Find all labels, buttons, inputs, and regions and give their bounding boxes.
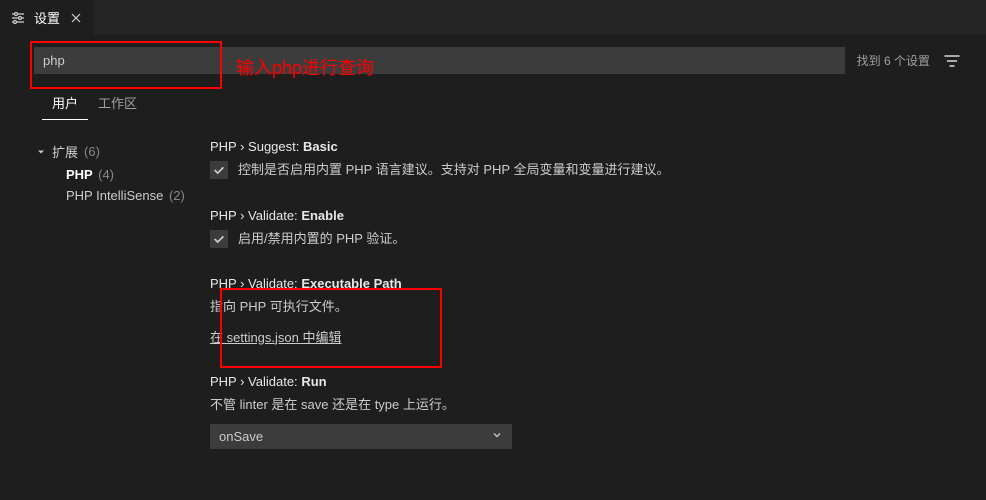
setting-title: PHP › Suggest: Basic (210, 139, 962, 154)
close-icon[interactable] (68, 10, 84, 26)
setting-title: PHP › Validate: Enable (210, 208, 962, 223)
scope-tabs: 用户 工作区 (0, 86, 986, 121)
sidebar-extensions-label: 扩展 (52, 142, 78, 161)
chevron-down-icon (34, 146, 48, 158)
sidebar-extensions[interactable]: 扩展 (6) (34, 139, 210, 164)
sidebar-item-php[interactable]: PHP (4) (34, 164, 210, 185)
setting-php-validate-run: PHP › Validate: Run 不管 linter 是在 save 还是… (210, 374, 962, 450)
setting-desc: 控制是否启用内置 PHP 语言建议。支持对 PHP 全局变量和变量进行建议。 (238, 160, 669, 180)
search-input[interactable] (34, 47, 845, 74)
sidebar-item-php-intellisense[interactable]: PHP IntelliSense (2) (34, 185, 210, 206)
select-value: onSave (219, 429, 263, 444)
tab-workspace[interactable]: 工作区 (88, 86, 147, 120)
sidebar-extensions-count: (6) (84, 144, 100, 159)
tab-label: 设置 (34, 8, 60, 27)
setting-desc: 启用/禁用内置的 PHP 验证。 (238, 229, 405, 249)
tab-user[interactable]: 用户 (42, 86, 88, 120)
search-count: 找到 6 个设置 (857, 52, 930, 69)
settings-main: PHP › Suggest: Basic 控制是否启用内置 PHP 语言建议。支… (210, 139, 986, 477)
setting-title: PHP › Validate: Executable Path (210, 276, 962, 291)
tab-bar: 设置 (0, 0, 986, 35)
setting-title: PHP › Validate: Run (210, 374, 962, 389)
sidebar-item-count: (4) (98, 167, 114, 182)
filter-icon[interactable] (942, 51, 962, 71)
settings-icon (10, 10, 26, 26)
edit-in-settings-json-link[interactable]: 在 settings.json 中编辑 (210, 327, 342, 346)
sidebar-item-label: PHP IntelliSense (66, 188, 163, 203)
checkbox[interactable] (210, 230, 228, 248)
sidebar-item-label: PHP (66, 167, 93, 182)
content-area: 扩展 (6) PHP (4) PHP IntelliSense (2) PHP … (0, 121, 986, 477)
setting-php-suggest-basic: PHP › Suggest: Basic 控制是否启用内置 PHP 语言建议。支… (210, 139, 962, 180)
chevron-down-icon (491, 429, 503, 444)
tab-settings[interactable]: 设置 (0, 0, 94, 35)
setting-php-validate-exec-path: PHP › Validate: Executable Path 指向 PHP 可… (210, 276, 962, 346)
setting-desc: 指向 PHP 可执行文件。 (210, 297, 962, 317)
sidebar: 扩展 (6) PHP (4) PHP IntelliSense (2) (0, 139, 210, 477)
setting-desc: 不管 linter 是在 save 还是在 type 上运行。 (210, 395, 962, 415)
setting-php-validate-enable: PHP › Validate: Enable 启用/禁用内置的 PHP 验证。 (210, 208, 962, 249)
sidebar-item-count: (2) (169, 188, 185, 203)
select-validate-run[interactable]: onSave (210, 424, 512, 449)
checkbox[interactable] (210, 161, 228, 179)
search-row: 找到 6 个设置 (0, 35, 986, 86)
